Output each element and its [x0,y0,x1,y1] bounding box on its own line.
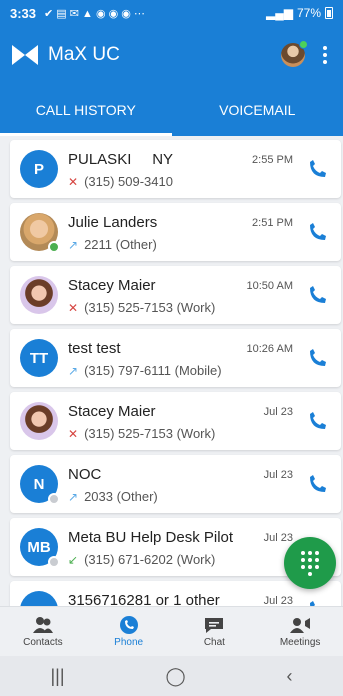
outgoing-call-icon: ↗ [68,489,79,504]
call-history-item[interactable]: Julie Landers ↗ 2211 (Other) 2:51 PM [10,203,341,261]
call-number: (315) 525-7153 (Work) [84,300,216,315]
call-back-button[interactable] [307,475,327,495]
call-number: 2211 (Other) [84,237,157,252]
call-number: (315) 671-6202 (Work) [84,552,216,567]
contact-name: test test [68,340,121,357]
call-time: Jul 23 [263,406,293,418]
bottom-navigation: Contacts Phone Chat Meetings [0,606,343,656]
missed-call-icon: ✕ [68,174,79,189]
contact-avatar: N [20,465,60,505]
contact-avatar [20,591,58,606]
status-right: ▂▄▆ 77% [266,6,333,20]
signal-icon: ▂▄▆ [266,6,293,20]
call-history-item[interactable]: Stacey Maier ✕ (315) 525-7153 (Work) Jul 23 [10,392,341,450]
contact-name: Meta BU Help Desk Pilot [68,529,234,546]
notification-icons: ✔ ▤ ✉ ▲ ◉ ◉ ◉ ⋯ [44,7,145,20]
call-detail: ✕ (315) 525-7153 (Work) [68,300,215,315]
nav-contacts-label: Contacts [23,636,63,648]
phone-icon [119,615,138,634]
call-detail: ✕ (315) 525-7153 (Work) [68,426,215,441]
contacts-icon [32,616,53,633]
app-bar: MaX UC [0,26,343,84]
call-back-button[interactable] [307,286,327,306]
nav-chat[interactable]: Chat [172,607,258,656]
call-detail: ↙ (315) 671-6202 (Work) [68,552,215,567]
recent-apps-icon[interactable]: ||| [50,666,64,687]
call-history-list[interactable]: P PULASKI NY ✕ (315) 509-3410 2:55 PM Julie L… [0,136,343,606]
call-time: 10:50 AM [246,280,293,292]
nav-phone-label: Phone [114,636,144,648]
battery-icon [325,7,333,19]
battery-label: 77% [296,6,321,20]
contact-name: Stacey Maier [68,403,156,420]
call-number: (315) 797-6111 (Mobile) [84,363,222,378]
status-bar: 3:33 ✔ ▤ ✉ ▲ ◉ ◉ ◉ ⋯ ▂▄▆ 77% [0,0,343,26]
call-number: (315) 525-7153 (Work) [84,426,216,441]
contact-avatar [20,276,58,314]
profile-avatar[interactable] [281,40,308,67]
nav-contacts[interactable]: Contacts [0,607,86,656]
contact-avatar: TT [20,339,58,377]
call-back-button[interactable] [307,412,327,432]
call-time: Jul 23 [263,532,293,544]
call-detail: ↗ (315) 797-6111 (Mobile) [68,363,222,378]
call-back-button[interactable] [307,223,327,243]
system-navigation: ||| ◯ ‹ [0,656,343,696]
nav-meetings[interactable]: Meetings [257,607,343,656]
call-time: Jul 23 [263,595,293,606]
status-time: 3:33 [10,5,37,21]
call-history-item[interactable]: TT test test ↗ (315) 797-6111 (Mobile) 10:26… [10,329,341,387]
contact-avatar [20,213,60,253]
contact-name: Julie Landers [68,214,158,231]
nav-meetings-label: Meetings [279,636,321,648]
call-number: 2033 (Other) [84,489,158,504]
presence-indicator [48,556,60,568]
contact-name: PULASKI NY [68,151,174,168]
contact-name: 3156716281 or 1 other [68,592,220,606]
online-status-dot [299,40,308,49]
chat-icon [205,617,224,633]
dialpad-button[interactable] [284,537,336,589]
nav-phone[interactable]: Phone [86,607,172,656]
call-back-button[interactable] [307,349,327,369]
contact-name: NOC [68,466,102,483]
dialpad-icon [301,550,319,576]
tab-bar: CALL HISTORY VOICEMAIL [0,84,343,136]
call-history-item[interactable]: 3156716281 or 1 other Jul 23 [10,581,341,606]
max-logo-icon [12,45,38,65]
call-history-item[interactable]: P PULASKI NY ✕ (315) 509-3410 2:55 PM [10,140,341,198]
call-detail: ↗ 2033 (Other) [68,489,158,504]
contact-name: Stacey Maier [68,277,156,294]
app-title: MaX UC [48,44,120,65]
call-history-item[interactable]: Stacey Maier ✕ (315) 525-7153 (Work) 10:50 … [10,266,341,324]
contact-avatar [20,402,58,440]
call-time: Jul 23 [263,469,293,481]
outgoing-call-icon: ↗ [68,237,79,252]
meetings-icon [290,617,311,633]
outgoing-call-icon: ↗ [68,363,79,378]
incoming-call-icon: ↙ [68,552,79,567]
call-time: 2:55 PM [252,154,293,166]
tab-call-history[interactable]: CALL HISTORY [0,84,172,136]
call-history-item[interactable]: N NOC ↗ 2033 (Other) Jul 23 [10,455,341,513]
tab-voicemail[interactable]: VOICEMAIL [172,84,343,136]
contact-avatar: MB [20,528,60,568]
presence-indicator [48,493,60,505]
call-time: 10:26 AM [246,343,293,355]
presence-indicator [48,241,60,253]
call-detail: ↗ 2211 (Other) [68,237,157,252]
call-detail: ✕ (315) 509-3410 [68,174,173,189]
more-menu-icon[interactable] [319,42,331,68]
contact-avatar: P [20,150,58,188]
call-time: 2:51 PM [252,217,293,229]
home-icon[interactable]: ◯ [165,666,185,687]
call-number: (315) 509-3410 [84,174,173,189]
back-icon[interactable]: ‹ [287,666,293,687]
nav-chat-label: Chat [203,636,225,648]
missed-call-icon: ✕ [68,300,79,315]
missed-call-icon: ✕ [68,426,79,441]
call-back-button[interactable] [307,160,327,180]
